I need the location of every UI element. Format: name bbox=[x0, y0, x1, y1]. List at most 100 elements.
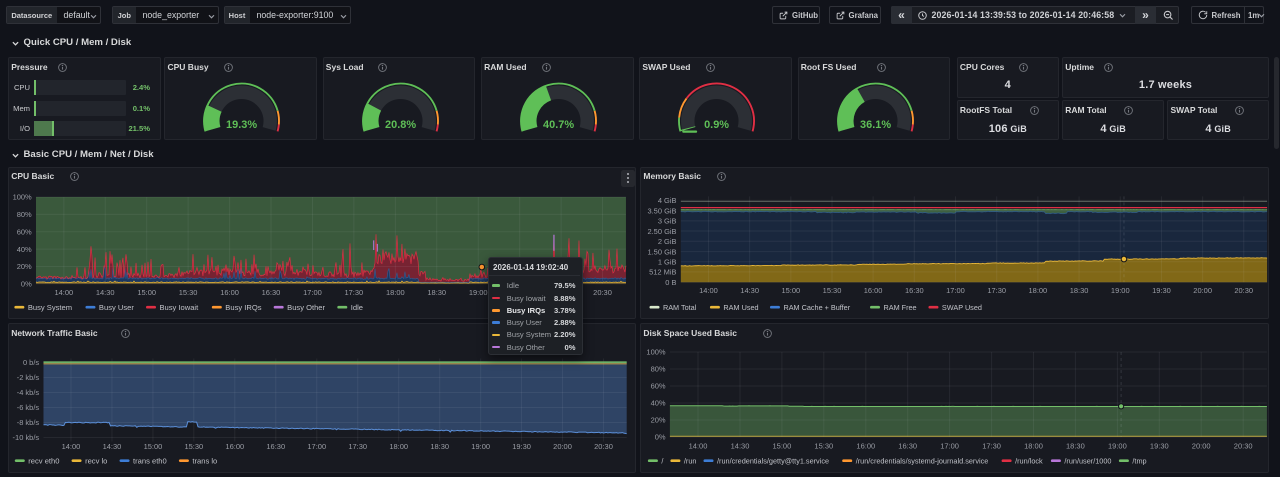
svg-text:100%: 100% bbox=[647, 348, 667, 357]
svg-text:19:30: 19:30 bbox=[1150, 441, 1169, 450]
svg-text:14:30: 14:30 bbox=[731, 441, 750, 450]
svg-text:16:30: 16:30 bbox=[898, 441, 917, 450]
svg-text:20:30: 20:30 bbox=[593, 287, 612, 296]
svg-text:17:00: 17:00 bbox=[303, 287, 322, 296]
svg-text:15:00: 15:00 bbox=[782, 286, 801, 295]
svg-text:16:30: 16:30 bbox=[905, 286, 924, 295]
svg-text:-2 kb/s: -2 kb/s bbox=[17, 373, 40, 382]
svg-text:2.50 GiB: 2.50 GiB bbox=[648, 226, 677, 235]
svg-text:Idle: Idle bbox=[351, 303, 363, 312]
svg-text:15:30: 15:30 bbox=[179, 287, 198, 296]
svg-text:1 GiB: 1 GiB bbox=[658, 257, 677, 266]
svg-text:/: / bbox=[662, 457, 665, 466]
svg-text:16:00: 16:00 bbox=[225, 442, 244, 451]
svg-text:20%: 20% bbox=[17, 262, 32, 271]
svg-text:Busy Other: Busy Other bbox=[287, 303, 325, 312]
svg-text:15:30: 15:30 bbox=[815, 441, 834, 450]
svg-text:20:00: 20:00 bbox=[553, 442, 572, 451]
svg-text:18:00: 18:00 bbox=[386, 287, 405, 296]
svg-text:19:00: 19:00 bbox=[469, 287, 488, 296]
svg-text:19.3%: 19.3% bbox=[226, 119, 257, 131]
svg-text:-6 kb/s: -6 kb/s bbox=[17, 403, 40, 412]
svg-text:20.8%: 20.8% bbox=[385, 119, 416, 131]
svg-text:17:00: 17:00 bbox=[940, 441, 959, 450]
svg-text:15:00: 15:00 bbox=[144, 442, 163, 451]
svg-text:14:00: 14:00 bbox=[54, 287, 73, 296]
svg-text:36.1%: 36.1% bbox=[860, 119, 891, 131]
svg-text:0.9%: 0.9% bbox=[704, 119, 729, 131]
svg-text:15:00: 15:00 bbox=[773, 441, 792, 450]
svg-text:/run/credentials/getty@tty1.se: /run/credentials/getty@tty1.service bbox=[717, 457, 829, 466]
svg-text:2 GiB: 2 GiB bbox=[658, 237, 677, 246]
svg-text:16:00: 16:00 bbox=[864, 286, 883, 295]
svg-text:16:30: 16:30 bbox=[266, 442, 285, 451]
svg-text:14:30: 14:30 bbox=[103, 442, 122, 451]
svg-text:Busy User: Busy User bbox=[99, 303, 134, 312]
svg-text:Busy System: Busy System bbox=[28, 303, 72, 312]
svg-text:17:00: 17:00 bbox=[307, 442, 326, 451]
svg-text:15:30: 15:30 bbox=[823, 286, 842, 295]
svg-text:15:00: 15:00 bbox=[137, 287, 156, 296]
svg-text:/run/credentials/systemd-journ: /run/credentials/systemd-journald.servic… bbox=[856, 457, 989, 466]
svg-text:RAM Cache + Buffer: RAM Cache + Buffer bbox=[784, 303, 851, 312]
svg-text:40.7%: 40.7% bbox=[543, 119, 574, 131]
svg-text:17:30: 17:30 bbox=[982, 441, 1001, 450]
svg-text:RAM Used: RAM Used bbox=[724, 303, 759, 312]
svg-text:trans eth0: trans eth0 bbox=[133, 457, 167, 466]
svg-text:19:30: 19:30 bbox=[512, 442, 531, 451]
svg-text:16:00: 16:00 bbox=[857, 441, 876, 450]
svg-text:0%: 0% bbox=[21, 279, 32, 288]
svg-text:18:30: 18:30 bbox=[1066, 441, 1085, 450]
svg-text:/run/lock: /run/lock bbox=[1015, 457, 1043, 466]
svg-text:0%: 0% bbox=[655, 433, 666, 442]
svg-text:SWAP Used: SWAP Used bbox=[942, 303, 982, 312]
svg-text:14:00: 14:00 bbox=[689, 441, 708, 450]
svg-text:60%: 60% bbox=[17, 227, 32, 236]
svg-text:4 GiB: 4 GiB bbox=[658, 196, 677, 205]
svg-text:20:30: 20:30 bbox=[1234, 441, 1253, 450]
svg-text:19:00: 19:00 bbox=[1111, 286, 1130, 295]
svg-text:0 b/s: 0 b/s bbox=[23, 358, 39, 367]
svg-text:-8 kb/s: -8 kb/s bbox=[17, 418, 40, 427]
svg-text:40%: 40% bbox=[17, 244, 32, 253]
svg-text:19:30: 19:30 bbox=[1152, 286, 1171, 295]
svg-text:1.50 GiB: 1.50 GiB bbox=[648, 247, 677, 256]
svg-text:3.50 GiB: 3.50 GiB bbox=[648, 206, 677, 215]
svg-text:100%: 100% bbox=[13, 192, 32, 201]
svg-text:20%: 20% bbox=[651, 416, 666, 425]
svg-text:/tmp: /tmp bbox=[1133, 457, 1147, 466]
svg-text:recv lo: recv lo bbox=[85, 457, 107, 466]
svg-text:14:30: 14:30 bbox=[96, 287, 115, 296]
svg-text:18:30: 18:30 bbox=[1070, 286, 1089, 295]
svg-text:/run/user/1000: /run/user/1000 bbox=[1065, 457, 1112, 466]
svg-text:RAM Free: RAM Free bbox=[884, 303, 917, 312]
svg-text:trans lo: trans lo bbox=[192, 457, 217, 466]
svg-text:18:30: 18:30 bbox=[427, 287, 446, 296]
svg-text:/run: /run bbox=[684, 457, 697, 466]
svg-text:15:30: 15:30 bbox=[184, 442, 203, 451]
svg-text:40%: 40% bbox=[651, 399, 666, 408]
svg-text:RAM Total: RAM Total bbox=[663, 303, 697, 312]
svg-text:-4 kb/s: -4 kb/s bbox=[17, 388, 40, 397]
svg-text:60%: 60% bbox=[651, 382, 666, 391]
svg-text:17:00: 17:00 bbox=[946, 286, 965, 295]
svg-text:17:30: 17:30 bbox=[348, 442, 367, 451]
svg-text:19:00: 19:00 bbox=[471, 442, 490, 451]
svg-text:18:00: 18:00 bbox=[389, 442, 408, 451]
svg-text:80%: 80% bbox=[17, 210, 32, 219]
svg-text:19:00: 19:00 bbox=[1108, 441, 1127, 450]
svg-text:20:00: 20:00 bbox=[1192, 441, 1211, 450]
svg-text:14:00: 14:00 bbox=[62, 442, 81, 451]
svg-text:17:30: 17:30 bbox=[988, 286, 1007, 295]
svg-text:18:00: 18:00 bbox=[1029, 286, 1048, 295]
svg-text:20:30: 20:30 bbox=[1235, 286, 1254, 295]
svg-text:14:30: 14:30 bbox=[740, 286, 759, 295]
svg-text:18:00: 18:00 bbox=[1024, 441, 1043, 450]
svg-text:-10 kb/s: -10 kb/s bbox=[13, 433, 40, 442]
svg-text:512 MiB: 512 MiB bbox=[649, 267, 676, 276]
svg-text:14:00: 14:00 bbox=[699, 286, 718, 295]
svg-text:Busy Iowait: Busy Iowait bbox=[159, 303, 199, 312]
svg-text:20:00: 20:00 bbox=[1193, 286, 1212, 295]
svg-text:16:30: 16:30 bbox=[262, 287, 281, 296]
svg-text:20:30: 20:30 bbox=[594, 442, 613, 451]
